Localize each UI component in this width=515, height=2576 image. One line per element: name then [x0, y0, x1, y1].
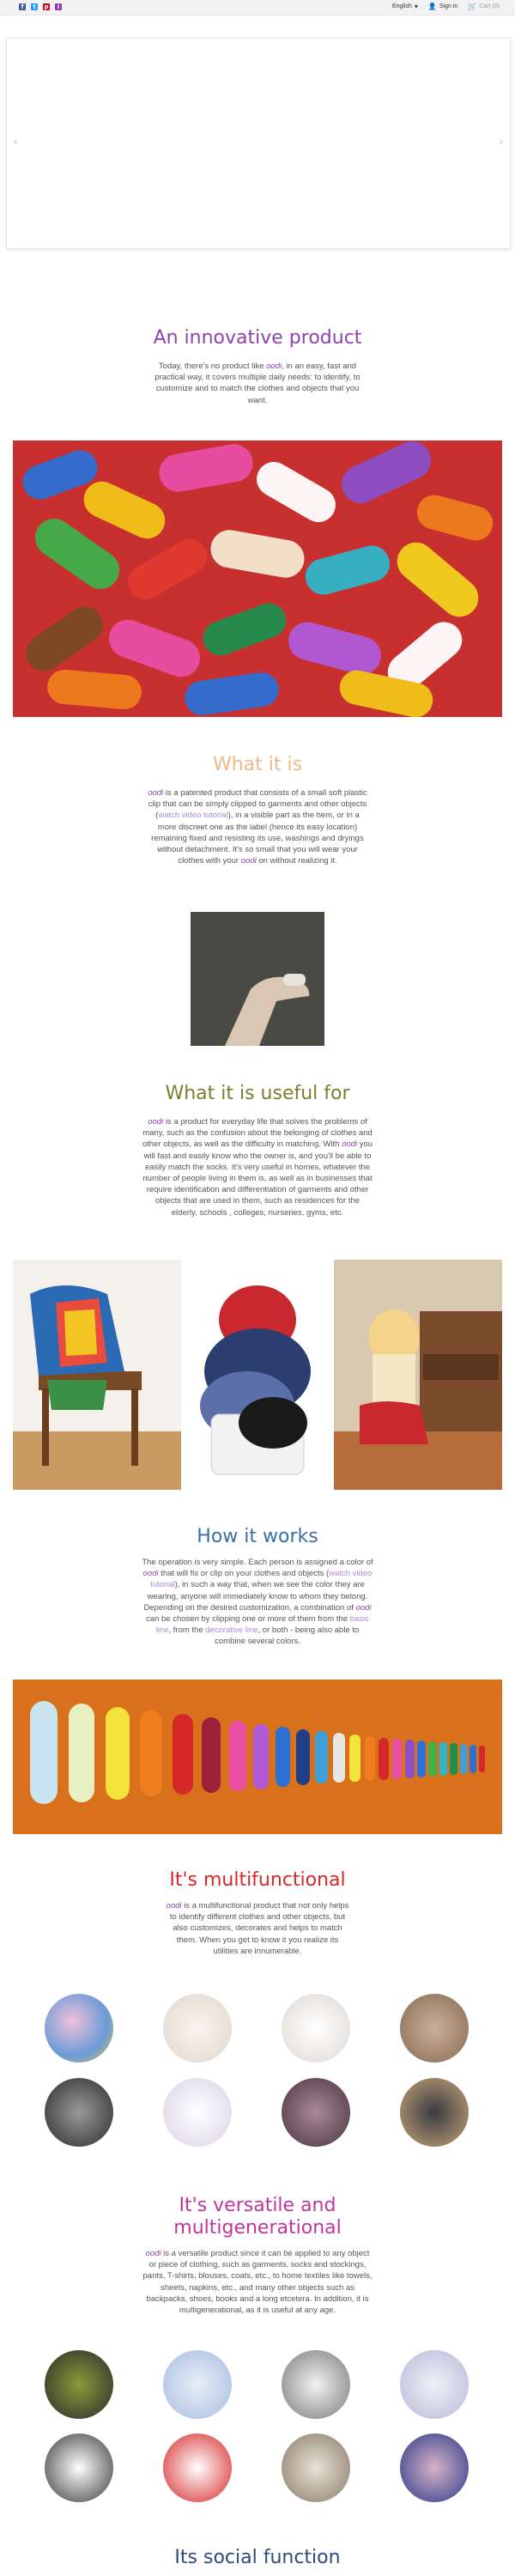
color-clips-row-photo [13, 1680, 502, 1834]
facebook-icon[interactable]: f [19, 3, 26, 10]
circle-photo-11 [282, 2350, 350, 2419]
brand-name: oodi [355, 1602, 372, 1613]
language-label: English [391, 3, 412, 9]
brand-name: oodi [240, 856, 257, 866]
pinterest-icon[interactable]: p [43, 3, 50, 10]
multifunctional-title: It's multifunctional [169, 1869, 346, 1891]
video-tutorial-link[interactable]: watch video tutorial [158, 811, 227, 820]
chevron-right-icon[interactable]: › [499, 133, 504, 149]
brand-name: oodi [166, 1901, 182, 1911]
brand-name: oodi [148, 1117, 164, 1127]
text-part: you will fast and easily know who the ow… [142, 1139, 373, 1218]
brand-name: oodi [142, 1569, 159, 1579]
cart-label: Cart (0) [479, 3, 500, 9]
social-function-title: Its social function [174, 2547, 341, 2568]
circle-photo-4 [400, 1994, 469, 2063]
text-part: is a versatile product since it can be a… [142, 2249, 373, 2316]
top-right-menu: English ▾ 👤 Sign in 🛒 Cart (0) [392, 3, 500, 10]
colorful-clips-photo [13, 440, 502, 717]
versatile-title-line2: multigenerational [173, 2217, 342, 2239]
what-it-is-title: What it is [212, 754, 303, 775]
what-it-is-text: oodi is a patented product that consists… [148, 787, 367, 866]
decorative-line-link[interactable]: decorative line [205, 1625, 258, 1635]
chevron-down-icon: ▾ [414, 3, 418, 10]
hand-holding-clip-photo [191, 912, 324, 1046]
text-part: , from the [168, 1625, 203, 1636]
how-it-works-title: How it works [197, 1526, 318, 1547]
instagram-icon[interactable]: i [55, 3, 62, 10]
circle-photo-5 [45, 2078, 113, 2147]
circle-photo-13 [45, 2433, 113, 2502]
useful-for-title: What it is useful for [165, 1083, 350, 1104]
circle-photo-14 [163, 2433, 232, 2502]
text-part: ), in such a way that, when we see the c… [143, 1580, 368, 1613]
language-selector[interactable]: English ▾ [392, 3, 418, 10]
circle-photo-1 [45, 1994, 113, 2063]
versatile-text: oodi is a versatile product since it can… [142, 2248, 373, 2316]
brand-name: oodi [145, 2249, 161, 2258]
laundry-basket-photo [187, 1260, 328, 1490]
sign-in-label: Sign in [439, 3, 458, 9]
user-icon: 👤 [427, 3, 437, 10]
top-bar: f t p i English ▾ 👤 Sign in 🛒 Cart (0) [0, 0, 515, 15]
circle-photo-7 [282, 2078, 350, 2147]
innovative-title: An innovative product [153, 327, 362, 349]
circle-photo-2 [163, 1994, 232, 2063]
circle-photo-10 [163, 2350, 232, 2419]
versatile-title: It's versatile and multigenerational [0, 2195, 515, 2239]
circle-photo-6 [163, 2078, 232, 2147]
how-it-works-text: The operation is very simple. Each perso… [142, 1557, 373, 1648]
versatile-title-line1: It's versatile and [179, 2195, 336, 2216]
circle-photo-16 [400, 2433, 469, 2502]
circle-photo-8 [400, 2078, 469, 2147]
cart-icon: 🛒 [468, 3, 477, 10]
circle-photo-9 [45, 2350, 113, 2419]
innovative-text: Today, there's no product like oodi, in … [146, 361, 369, 406]
circle-photo-3 [282, 1994, 350, 2063]
text-part: is a product for everyday life that solv… [142, 1117, 373, 1150]
text-part: The operation is very simple. Each perso… [142, 1558, 373, 1567]
brand-name: oodi [266, 361, 282, 371]
chevron-left-icon[interactable]: ‹ [13, 133, 18, 149]
cart-link[interactable]: 🛒 Cart (0) [468, 3, 500, 10]
brand-name: oodi [342, 1139, 358, 1150]
twitter-icon[interactable]: t [31, 3, 38, 10]
text-part: Today, there's no product like [158, 361, 264, 371]
woman-at-drawer-photo [334, 1260, 502, 1490]
text-part: on without realizing it. [258, 856, 337, 866]
circle-photo-12 [400, 2350, 469, 2419]
multifunctional-text: oodi is a multifunctional product that n… [163, 1900, 352, 1957]
clothes-on-chair-photo [13, 1260, 181, 1490]
sign-in-link[interactable]: 👤 Sign in [428, 3, 457, 10]
text-part: can be chosen by clipping one or more of… [146, 1614, 348, 1625]
circle-photo-15 [282, 2433, 350, 2502]
text-part: is a multifunctional product that not on… [169, 1901, 349, 1956]
brand-name: oodi [148, 788, 164, 798]
text-part: that will fix or clip on your clothes an… [161, 1569, 330, 1579]
social-links: f t p i [19, 3, 62, 10]
hero-slider: ‹ › [6, 38, 511, 249]
useful-for-text: oodi is a product for everyday life that… [142, 1116, 373, 1218]
